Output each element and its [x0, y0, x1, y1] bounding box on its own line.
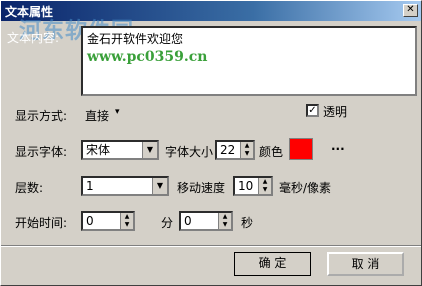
speed-spinner[interactable]: 10 ▲ ▼: [233, 176, 273, 196]
seconds-unit-label: 秒: [241, 216, 254, 230]
font-size-spin-buttons[interactable]: ▲ ▼: [240, 142, 253, 158]
font-label: 显示字体:: [15, 145, 68, 159]
transparent-checkbox[interactable]: ✓: [306, 104, 319, 117]
close-icon: ✕: [406, 4, 415, 15]
speed-unit-label: 毫秒/像素: [279, 181, 332, 195]
layers-value: 1: [86, 179, 94, 193]
checkmark-icon: ✓: [308, 105, 317, 116]
start-time-label: 开始时间:: [15, 216, 68, 230]
transparent-label: 透明: [323, 105, 348, 119]
color-label: 颜色: [259, 145, 284, 159]
watermark-url: www.pc0359.cn: [87, 49, 208, 65]
layers-select[interactable]: 1 ▼: [81, 176, 169, 196]
speed-spin-buttons[interactable]: ▲ ▼: [258, 178, 271, 194]
font-dropdown-button[interactable]: ▼: [142, 142, 157, 158]
font-size-label: 字体大小: [165, 145, 214, 159]
ok-button[interactable]: 确 定: [234, 252, 311, 276]
title-bar: 文本属性 ✕: [1, 1, 421, 21]
dialog-window: 文本属性 ✕ 河东软件园 文本内容: 金石开软件欢迎您 www.pc0359.c…: [0, 0, 422, 286]
speed-value: 10: [238, 179, 254, 193]
window-title: 文本属性: [5, 5, 54, 19]
speed-label: 移动速度: [177, 181, 226, 195]
close-button[interactable]: ✕: [403, 4, 418, 17]
font-size-spinner[interactable]: 22 ▲ ▼: [215, 140, 255, 160]
font-select[interactable]: 宋体 ▼: [81, 140, 159, 160]
chevron-down-icon: ▾: [115, 107, 120, 117]
start-minutes-value: 0: [86, 214, 94, 228]
text-content-value: 金石开软件欢迎您: [87, 32, 184, 46]
layers-dropdown-button[interactable]: ▼: [152, 178, 167, 194]
color-swatch[interactable]: [289, 138, 313, 160]
start-seconds-spinner[interactable]: 0 ▲ ▼: [179, 211, 233, 231]
minutes-unit-label: 分: [161, 216, 174, 230]
start-seconds-spin-buttons[interactable]: ▲ ▼: [218, 213, 231, 229]
display-mode-value: 直接: [85, 109, 110, 123]
start-minutes-spin-buttons[interactable]: ▲ ▼: [120, 213, 133, 229]
divider: [1, 245, 421, 247]
layers-label: 层数:: [15, 181, 44, 195]
display-mode-dropdown[interactable]: 直接 ▾: [85, 105, 125, 123]
display-mode-label: 显示方式:: [15, 109, 68, 123]
start-minutes-spinner[interactable]: 0 ▲ ▼: [81, 211, 135, 231]
font-size-value: 22: [220, 143, 236, 157]
more-options-button[interactable]: ···: [331, 142, 345, 156]
start-seconds-value: 0: [184, 214, 192, 228]
text-content-label: 文本内容:: [7, 31, 60, 45]
cancel-button[interactable]: 取 消: [327, 252, 404, 276]
font-value: 宋体: [86, 143, 111, 157]
